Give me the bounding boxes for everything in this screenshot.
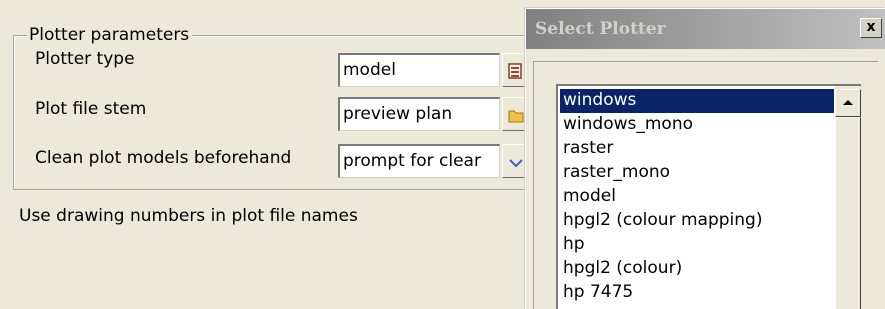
list-item[interactable]: windows: [560, 89, 834, 113]
dialog-titlebar[interactable]: Select Plotter x: [526, 9, 885, 49]
list-item[interactable]: hp: [560, 233, 834, 257]
list-select-icon: [508, 63, 522, 79]
list-item[interactable]: hp 7475: [560, 281, 834, 305]
plotter-list-items: windows windows_mono raster raster_mono mode…: [560, 89, 834, 305]
close-icon: x: [866, 19, 876, 35]
list-item[interactable]: raster: [560, 137, 834, 161]
close-button[interactable]: x: [860, 18, 882, 38]
folder-icon: [508, 110, 524, 123]
scroll-up-button[interactable]: [835, 89, 861, 117]
list-item[interactable]: hpgl2 (colour): [560, 257, 834, 281]
plot-file-stem-label: Plot file stem: [35, 99, 147, 119]
plotter-type-label: Plotter type: [35, 49, 135, 69]
chevron-down-icon: [509, 159, 523, 168]
screen: Plotter parameters Plotter type model Pl…: [0, 0, 885, 309]
dialog-title: Select Plotter: [535, 19, 666, 39]
clean-plot-models-field[interactable]: prompt for clear: [338, 144, 500, 178]
list-item[interactable]: raster_mono: [560, 161, 834, 185]
use-drawing-numbers-label: Use drawing numbers in plot file names: [19, 206, 358, 226]
list-item[interactable]: windows_mono: [560, 113, 834, 137]
scroll-thumb[interactable]: [835, 117, 861, 309]
triangle-up-icon: [843, 100, 853, 105]
plotter-type-field[interactable]: model: [338, 53, 500, 87]
group-title: Plotter parameters: [27, 24, 193, 46]
plotter-list[interactable]: windows windows_mono raster raster_mono mode…: [556, 84, 861, 309]
list-item[interactable]: model: [560, 185, 834, 209]
plot-file-stem-field[interactable]: preview plan: [338, 97, 500, 131]
plotter-list-scrollbar[interactable]: [835, 86, 861, 309]
clean-plot-models-label: Clean plot models beforehand: [35, 148, 292, 168]
list-item[interactable]: hpgl2 (colour mapping): [560, 209, 834, 233]
